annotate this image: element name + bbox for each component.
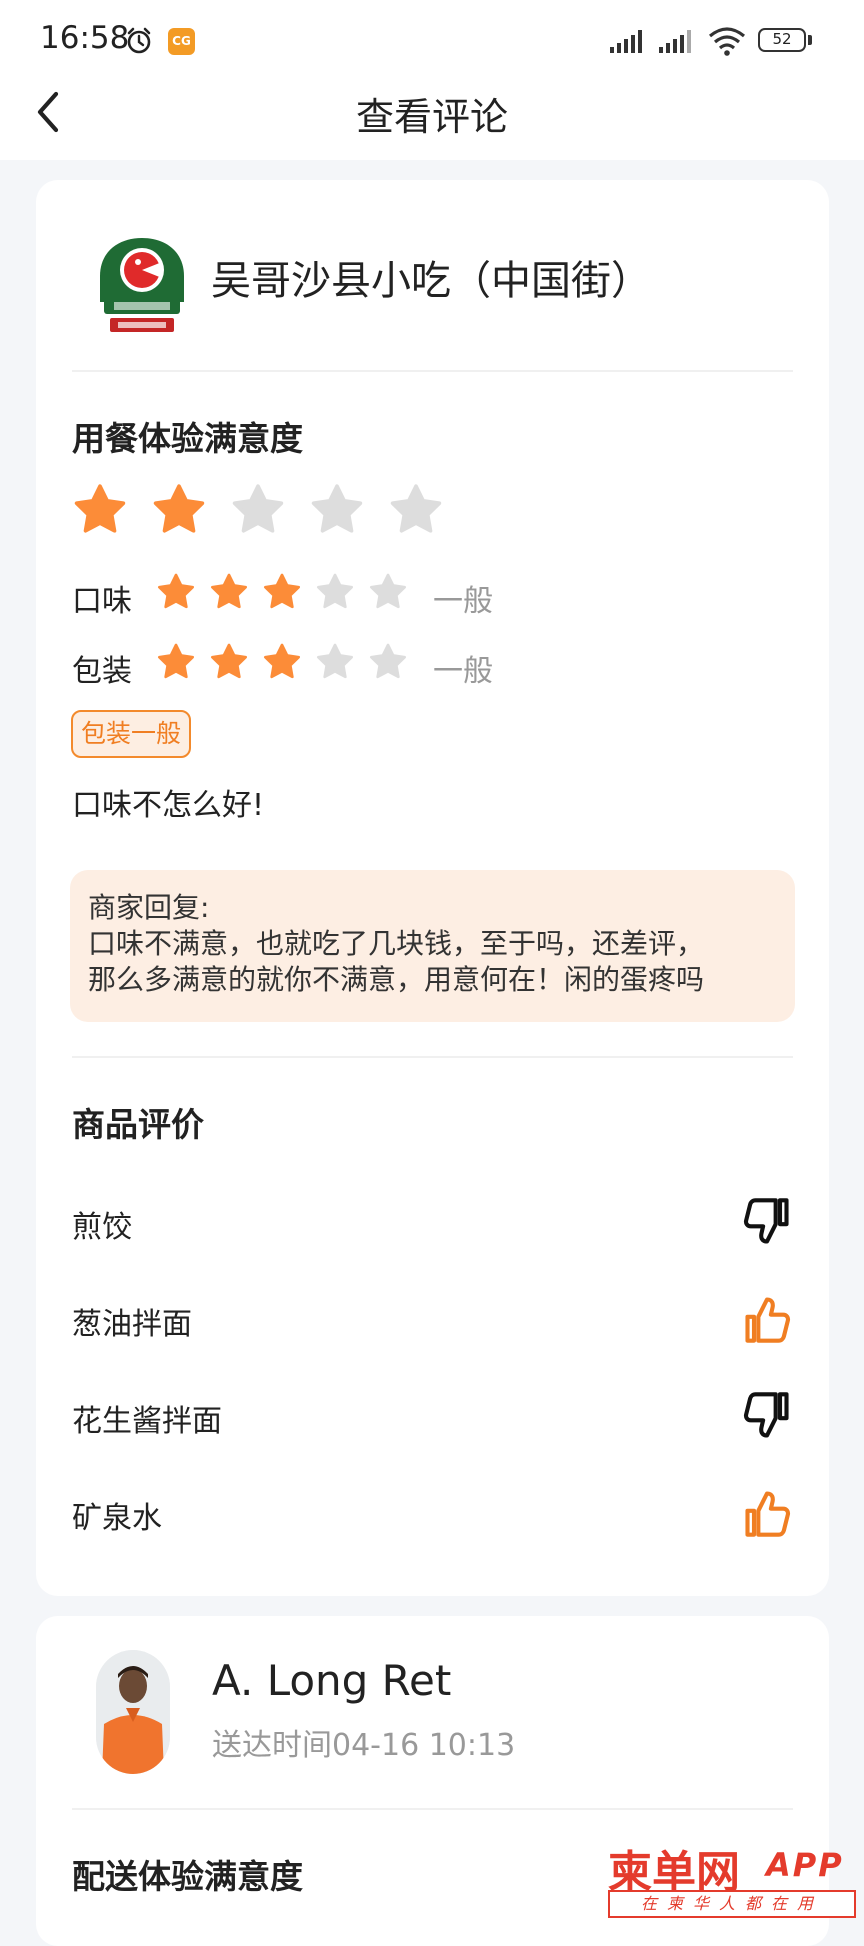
product-name: 花生酱拌面	[72, 1404, 222, 1439]
watermark-logo: 柬单网 APP 在柬华人都在用	[608, 1836, 858, 1918]
star-empty-icon	[317, 573, 353, 609]
star-filled-icon	[211, 643, 248, 679]
star-filled-icon	[153, 484, 205, 533]
star-empty-icon	[232, 484, 284, 533]
star-empty-icon	[370, 643, 406, 679]
product-name: 矿泉水	[72, 1501, 162, 1536]
merchant-reply-text: 口味不满意，也就吃了几块钱，至于吗，还差评，	[88, 927, 705, 960]
star-filled-icon	[74, 484, 126, 533]
rating-label: 包装	[72, 654, 132, 689]
products-title: 商品评价	[72, 1105, 204, 1144]
rating-text: 一般	[433, 654, 493, 689]
star-filled-icon	[158, 643, 195, 679]
avatar	[96, 1650, 170, 1774]
wifi-icon	[708, 27, 746, 56]
avatar-image	[96, 1650, 170, 1774]
merchant-reply-text: 那么多满意的就你不满意，用意何在！闲的蛋疼吗	[88, 963, 705, 996]
alarm-icon	[127, 27, 151, 54]
delivery-satisfaction-title: 配送体验满意度	[72, 1857, 303, 1896]
battery-icon: 52	[758, 28, 806, 52]
star-filled-icon	[158, 573, 195, 609]
product-row: 矿泉水	[72, 1483, 793, 1543]
thumbs-down-icon[interactable]	[741, 1196, 793, 1248]
divider	[72, 1808, 793, 1810]
shop-name: 吴哥沙县小吃（中国街）	[211, 258, 651, 304]
signal-icon	[610, 30, 642, 53]
product-name: 煎饺	[72, 1210, 132, 1245]
star-filled-icon	[211, 573, 248, 609]
rating-label: 口味	[72, 584, 132, 619]
rating-text: 一般	[433, 584, 493, 619]
review-tag: 包装一般	[71, 710, 192, 758]
product-name: 葱油拌面	[72, 1307, 192, 1342]
delivery-time: 送达时间04-16 10:13	[212, 1728, 516, 1763]
satisfaction-title: 用餐体验满意度	[72, 419, 303, 458]
battery-tip	[808, 35, 812, 45]
divider	[72, 1056, 793, 1058]
divider	[72, 370, 793, 372]
thumbs-up-icon[interactable]	[741, 1293, 793, 1345]
product-row: 花生酱拌面	[72, 1386, 793, 1446]
review-card: 吴哥沙县小吃（中国街） 用餐体验满意度 口味 一般 包装 一般 包装一般 口味不…	[36, 180, 829, 1596]
watermark-app: APP	[766, 1846, 844, 1884]
taste-stars	[156, 572, 421, 616]
merchant-reply: 商家回复: 口味不满意，也就吃了几块钱，至于吗，还差评， 那么多满意的就你不满意…	[70, 870, 795, 1022]
product-row: 煎饺	[72, 1192, 793, 1252]
status-bar: 16:58 CG 52	[0, 0, 864, 84]
star-empty-icon	[370, 573, 406, 609]
product-row: 葱油拌面	[72, 1289, 793, 1349]
star-empty-icon	[311, 484, 363, 533]
merchant-reply-label: 商家回复:	[88, 891, 210, 924]
star-empty-icon	[317, 643, 353, 679]
review-comment: 口味不怎么好!	[72, 788, 265, 823]
packaging-stars	[156, 642, 421, 686]
page-title: 查看评论	[355, 95, 508, 139]
star-empty-icon	[390, 484, 442, 533]
status-time: 16:58	[40, 20, 130, 56]
signal-icon	[659, 30, 691, 53]
star-filled-icon	[264, 643, 300, 679]
overall-rating	[72, 482, 467, 542]
watermark-sub: 在柬华人都在用	[608, 1890, 856, 1918]
top-bar: 16:58 CG 52 查看评论	[0, 0, 864, 160]
shop-logo	[100, 238, 184, 332]
app-badge-icon: CG	[168, 28, 195, 55]
thumbs-up-icon[interactable]	[741, 1487, 793, 1539]
rider-name: A. Long Ret	[212, 1656, 452, 1705]
star-filled-icon	[264, 573, 300, 609]
thumbs-down-icon[interactable]	[741, 1390, 793, 1442]
